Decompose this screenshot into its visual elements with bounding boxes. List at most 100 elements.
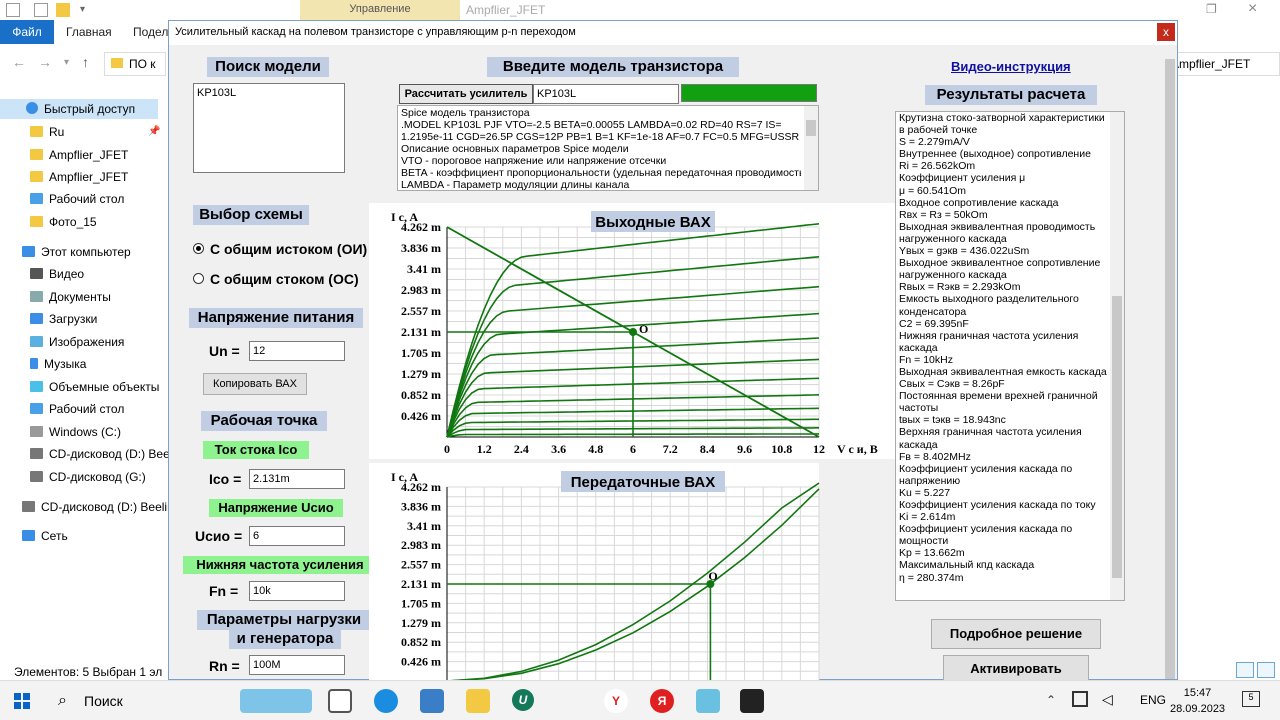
nav-item-desktop-2[interactable]: Рабочий стол (30, 399, 124, 419)
result-line: Cвых = Cэкв = 8.26pF (899, 378, 1005, 391)
large-icons-view-icon[interactable] (1257, 662, 1275, 678)
task-view-icon[interactable] (328, 689, 352, 713)
app-title: Усилительный каскад на полевом транзисто… (175, 26, 576, 38)
rn-input[interactable]: 100M (249, 655, 345, 675)
tab-file[interactable]: Файл (0, 20, 54, 44)
nav-item-ampflier-2[interactable]: Ampflier_JFET (30, 167, 128, 187)
results-scrollbar[interactable] (1110, 112, 1124, 600)
edge-icon[interactable] (374, 689, 398, 713)
notepad-icon[interactable] (696, 689, 720, 713)
nav-label: Рабочий стол (49, 192, 125, 206)
un-input[interactable]: 12 (249, 341, 345, 361)
app-u-icon[interactable]: U (512, 689, 534, 711)
y-axis-label: I c, A (391, 210, 418, 224)
file-explorer-icon[interactable] (466, 689, 490, 713)
nav-cd-drive[interactable]: CD-дисковод (D:) Beelir (22, 497, 171, 517)
nav-item-ampflier-1[interactable]: Ampflier_JFET (30, 145, 128, 165)
spice-line: VTO - пороговое напряжение или напряжени… (401, 155, 667, 167)
nav-item-cd-g[interactable]: CD-дисковод (G:) (30, 467, 146, 487)
result-line: конденсатора (899, 305, 967, 318)
detailed-solution-button[interactable]: Подробное решение (931, 619, 1101, 649)
nav-item-documents[interactable]: Документы (30, 287, 111, 307)
restore-icon[interactable]: ❐ (1206, 2, 1217, 16)
fn-input[interactable]: 10k (249, 581, 345, 601)
properties-icon[interactable] (34, 3, 48, 17)
model-search-list[interactable]: KP103L (193, 83, 345, 173)
network-tray-icon[interactable] (1072, 691, 1088, 707)
yandex-icon[interactable]: Я (650, 689, 674, 713)
nav-network[interactable]: Сеть (22, 526, 68, 546)
language-indicator[interactable]: ENG (1140, 693, 1166, 707)
result-line: Крутизна стоко-затворной характеристики (899, 112, 1105, 124)
cube-icon (30, 381, 43, 392)
recent-locations-icon[interactable]: ▾ (64, 57, 69, 68)
address-field[interactable]: ПО к (104, 52, 166, 76)
calculator-icon[interactable] (420, 689, 444, 713)
model-input[interactable]: KP103L (533, 84, 679, 104)
video-instruction-link[interactable]: Видео-инструкция (951, 59, 1071, 74)
ucio-input[interactable]: 6 (249, 526, 345, 546)
scheme-select-label: Выбор схемы (193, 205, 309, 225)
nav-item-music[interactable]: Музыка (30, 354, 86, 374)
details-view-icon[interactable] (1236, 662, 1254, 678)
manage-tab[interactable]: Управление (300, 0, 460, 20)
x-tick-label: 8.4 (700, 442, 715, 456)
search-field[interactable]: Ampflier_JFET (1164, 52, 1280, 76)
documents-icon (30, 291, 43, 302)
windows-start-icon[interactable] (14, 693, 30, 709)
model-input-label: Введите модель транзистора (487, 57, 739, 77)
scrollbar-thumb[interactable] (1165, 59, 1175, 679)
nav-this-pc[interactable]: Этот компьютер (22, 242, 131, 262)
spice-line: LAMBDA - Параметр модуляции длины канала (401, 179, 630, 191)
customize-quick-access-icon[interactable]: ▾ (80, 3, 94, 17)
search-highlight-icon[interactable] (240, 689, 312, 713)
nav-item-downloads[interactable]: Загрузки (30, 309, 97, 329)
radio-common-drain[interactable]: С общим стоком (ОС) (193, 271, 359, 287)
quick-access-icon[interactable] (6, 3, 20, 17)
y-tick-label: 0.426 m (401, 409, 441, 423)
nav-item-video[interactable]: Видео (30, 264, 84, 284)
results-text[interactable]: Крутизна стоко-затворной характеристики в… (895, 111, 1125, 601)
result-line: Выходная эквивалентная емкость каскада (899, 365, 1107, 378)
nav-item-3d-objects[interactable]: Объемные объекты (30, 377, 159, 397)
nav-item-windows-c[interactable]: Windows (C:) (30, 422, 121, 442)
up-icon[interactable]: ↑ (82, 54, 89, 70)
ucio-label: Uсио = (195, 528, 243, 544)
explorer-status-bar: Элементов: 5 Выбран 1 эл (14, 665, 163, 679)
cd-drive-icon (22, 501, 35, 512)
tray-chevron-icon[interactable]: ⌃ (1046, 693, 1056, 707)
nav-label: CD-дисковод (D:) Beel (49, 447, 173, 461)
back-icon[interactable]: ← (12, 54, 26, 70)
result-line: нагруженного каскада (899, 269, 1007, 282)
tab-share[interactable]: Подел (133, 25, 168, 39)
terminal-icon[interactable] (740, 689, 764, 713)
nav-item-foto[interactable]: Фото_15 (30, 212, 97, 232)
activate-button[interactable]: Активировать (943, 655, 1089, 681)
new-folder-icon[interactable] (56, 3, 70, 17)
volume-icon[interactable]: ◁ (1102, 691, 1113, 708)
spice-line: .MODEL KP103L PJF VTO=-2.5 BETA=0.00055 … (401, 119, 782, 131)
spice-model-text[interactable]: Spice модель транзистора .MODEL KP103L P… (397, 105, 819, 191)
yandex-browser-icon[interactable]: Y (604, 689, 628, 713)
copy-vah-button[interactable]: Копировать ВАХ (203, 373, 307, 395)
nav-item-cd-d[interactable]: CD-дисковод (D:) Beel (30, 444, 172, 464)
y-tick-label: 2.131 m (401, 577, 441, 591)
calculate-amplifier-button[interactable]: Рассчитать усилитель (399, 84, 533, 104)
y-tick-label: 2.983 m (401, 538, 441, 552)
notification-icon[interactable]: 5 (1242, 691, 1260, 707)
file-list-area (1178, 92, 1280, 662)
nav-quick-access[interactable]: Быстрый доступ (0, 99, 158, 119)
forward-icon[interactable]: → (38, 54, 52, 70)
spice-scrollbar[interactable] (804, 106, 818, 190)
app-scrollbar[interactable] (1163, 45, 1177, 679)
ico-input[interactable]: 2.131m (249, 469, 345, 489)
nav-item-desktop[interactable]: Рабочий стол (30, 189, 124, 209)
close-icon[interactable]: × (1248, 0, 1257, 18)
app-close-button[interactable]: x (1157, 23, 1175, 41)
tab-home[interactable]: Главная (66, 25, 112, 39)
clock[interactable]: 15:47 28.09.2023 (1170, 685, 1225, 717)
nav-item-ru[interactable]: Ru 📌 (30, 122, 160, 142)
taskbar-search[interactable]: ⌕ Поиск (50, 685, 226, 717)
nav-item-images[interactable]: Изображения (30, 332, 124, 352)
radio-common-source[interactable]: С общим истоком (ОИ) (193, 241, 367, 257)
